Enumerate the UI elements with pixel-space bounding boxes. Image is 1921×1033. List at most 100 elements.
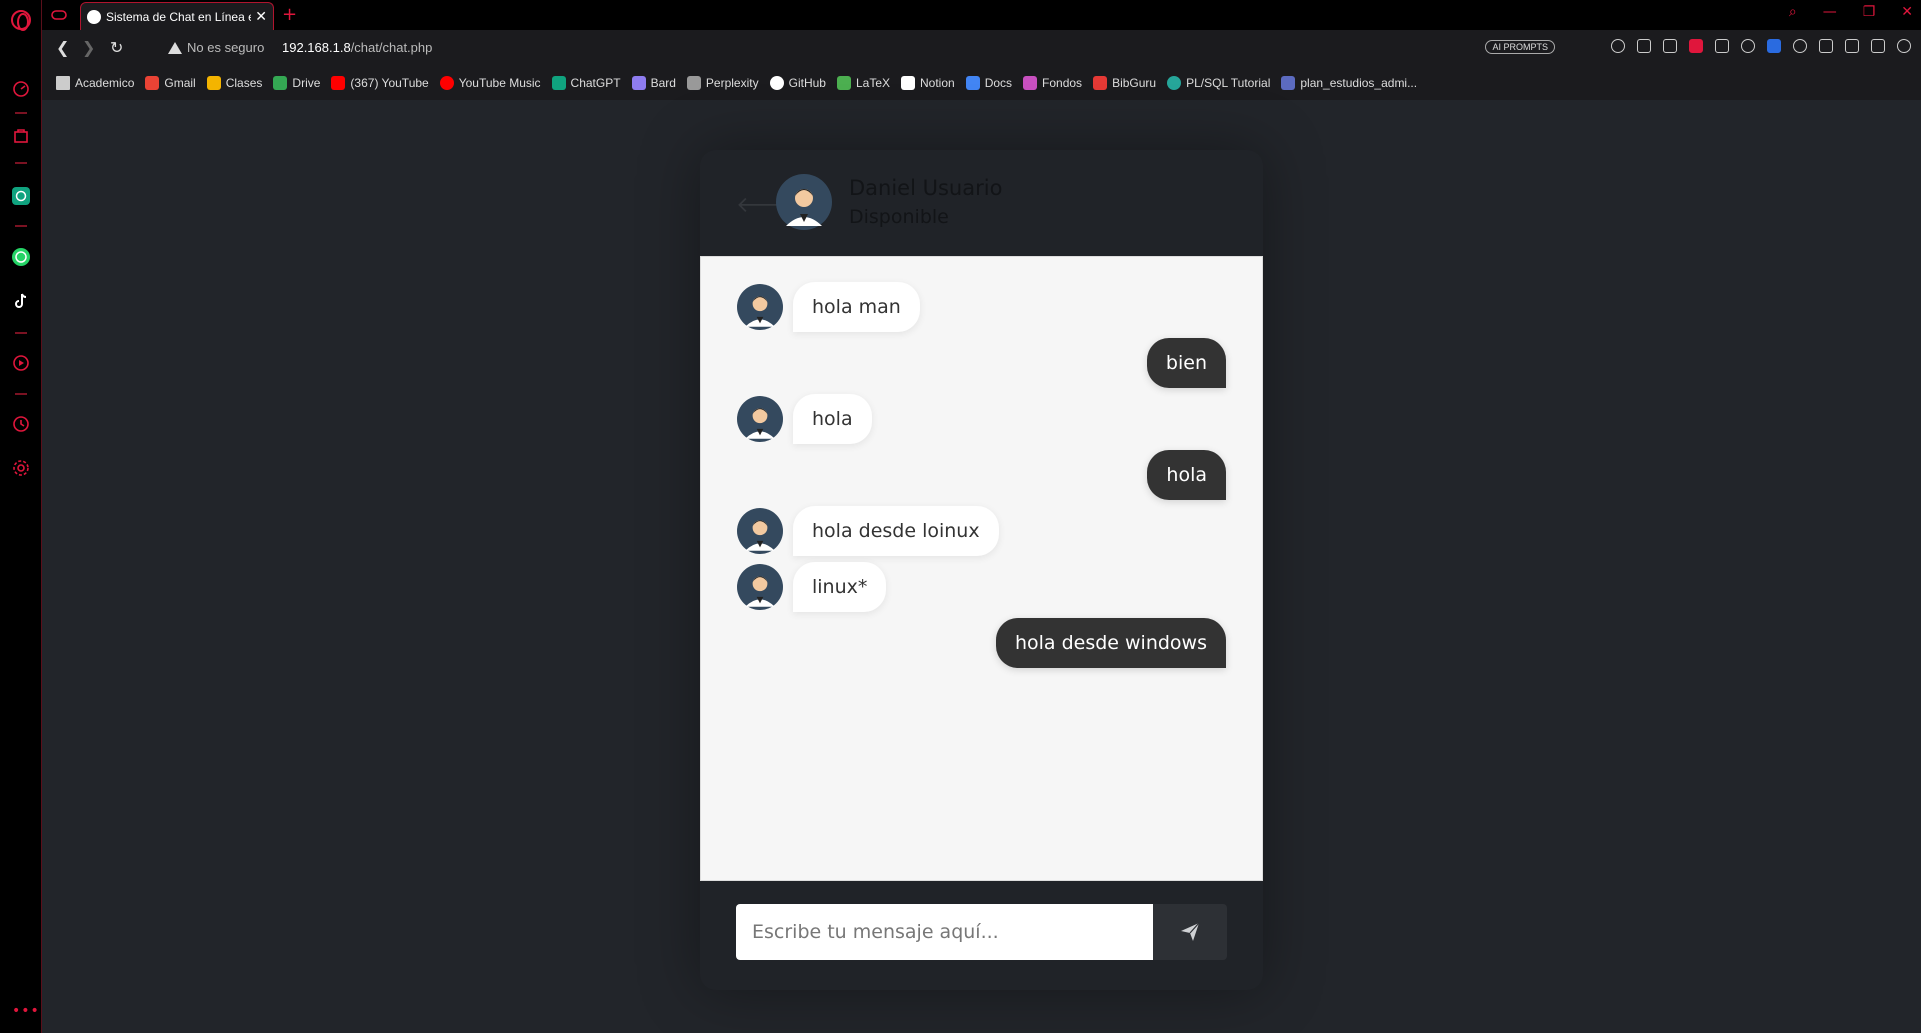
adblock-shield-icon[interactable] xyxy=(1689,39,1703,53)
close-tab-icon[interactable]: ✕ xyxy=(255,9,267,25)
history-icon[interactable] xyxy=(12,415,30,433)
bookmark-youtube-music[interactable]: YouTube Music xyxy=(439,76,541,90)
bookmark-gmail[interactable]: Gmail xyxy=(145,76,196,90)
star-icon xyxy=(56,76,70,90)
minimize-icon[interactable]: — xyxy=(1823,4,1837,20)
bookmark-label: Academico xyxy=(75,76,135,90)
bookmark-drive[interactable]: Drive xyxy=(273,76,320,90)
bookmark-label: Bard xyxy=(650,76,676,90)
bookmark-notion[interactable]: Notion xyxy=(901,76,955,90)
bookmark-chatgpt[interactable]: ChatGPT xyxy=(551,76,621,90)
bookmark-label: PL/SQL Tutorial xyxy=(1186,76,1271,90)
bookmark-bibguru[interactable]: BibGuru xyxy=(1093,76,1156,90)
profile-icon[interactable] xyxy=(1897,39,1911,53)
speed-dial-icon[interactable] xyxy=(12,80,30,98)
close-window-icon[interactable]: ✕ xyxy=(1901,4,1913,20)
edit-icon[interactable] xyxy=(1637,39,1651,53)
forward-icon[interactable]: ❯ xyxy=(82,38,95,57)
message-bubble: hola xyxy=(1147,450,1226,500)
sender-avatar xyxy=(737,564,783,610)
incoming-message: hola xyxy=(737,394,872,444)
new-tab-plus-icon[interactable]: + xyxy=(282,4,297,25)
translate-icon[interactable] xyxy=(1767,39,1781,53)
notion-icon xyxy=(901,76,915,90)
sender-avatar xyxy=(737,508,783,554)
bookmark-label: (367) YouTube xyxy=(350,76,429,90)
chat-messages[interactable]: hola man bien hola hola hola desde loinux lin… xyxy=(700,256,1263,881)
bookmark-label: GitHub xyxy=(788,76,826,90)
extensions-cube-icon[interactable] xyxy=(1819,39,1833,53)
latex-icon xyxy=(836,76,851,90)
security-indicator[interactable]: No es seguro xyxy=(168,40,264,55)
bookmark-label: YouTube Music xyxy=(458,76,541,90)
bookmark-perplexity[interactable]: Perplexity xyxy=(686,76,759,90)
tab-bar: Sistema de Chat en Línea e ✕ + ⌕ — ❐ ✕ xyxy=(42,0,1921,30)
warning-icon xyxy=(168,41,182,54)
reload-icon[interactable]: ↻ xyxy=(110,38,123,57)
document-icon xyxy=(1281,76,1296,90)
chatgpt-sidebar-icon[interactable] xyxy=(12,187,30,205)
bookmark-label: Clases xyxy=(225,76,263,90)
send-button[interactable] xyxy=(1153,904,1227,960)
bookmark-github[interactable]: GitHub xyxy=(769,76,826,90)
bookmark-bard[interactable]: Bard xyxy=(631,76,676,90)
bookmark-plan-estudios[interactable]: plan_estudios_admi... xyxy=(1281,76,1417,90)
whatsapp-icon[interactable] xyxy=(12,248,30,266)
outgoing-message: bien xyxy=(1146,338,1226,388)
url-field[interactable]: 192.168.1.8/chat/chat.php xyxy=(282,40,432,55)
bookmark-plsql[interactable]: PL/SQL Tutorial xyxy=(1167,76,1270,90)
player-icon[interactable] xyxy=(12,354,30,372)
bookmark-youtube[interactable]: (367) YouTube xyxy=(331,76,429,90)
bookmark-docs[interactable]: Docs xyxy=(965,76,1012,90)
security-label: No es seguro xyxy=(187,40,265,55)
sidebar-divider xyxy=(15,393,27,395)
bookmark-academico[interactable]: Academico xyxy=(56,76,134,90)
page-viewport: 🡐 Daniel Usuario Disponible hola man bien… xyxy=(42,100,1921,1033)
active-tab[interactable]: Sistema de Chat en Línea e ✕ xyxy=(80,2,274,30)
bookmark-label: Gmail xyxy=(164,76,196,90)
message-input[interactable] xyxy=(736,904,1153,960)
easy-setup-icon[interactable] xyxy=(1871,39,1885,53)
back-icon[interactable]: ❮ xyxy=(56,38,69,57)
bookmark-latex[interactable]: LaTeX xyxy=(836,76,890,90)
opera-logo-icon[interactable] xyxy=(11,10,31,31)
youtube-music-icon xyxy=(439,76,454,90)
address-bar: ❮ ❯ ↻ No es seguro 192.168.1.8/chat/chat… xyxy=(42,30,1921,66)
globe-icon xyxy=(87,9,101,24)
tab-title: Sistema de Chat en Línea e xyxy=(106,9,252,24)
window-controls: ⌕ — ❐ ✕ xyxy=(1789,4,1913,20)
bookmark-clases[interactable]: Clases xyxy=(206,76,263,90)
chat-header: 🡐 Daniel Usuario Disponible xyxy=(700,150,1263,256)
sidebar-divider xyxy=(15,112,27,114)
sidebar-divider xyxy=(15,162,27,164)
message-bubble: bien xyxy=(1146,338,1226,388)
send-icon[interactable] xyxy=(1715,39,1729,53)
outgoing-message: hola desde windows xyxy=(995,618,1226,668)
settings-gear-icon[interactable] xyxy=(12,459,30,477)
paper-plane-icon xyxy=(1181,922,1200,941)
message-bubble: hola xyxy=(793,394,872,444)
search-tabs-icon[interactable]: ⌕ xyxy=(1789,4,1797,20)
drive-icon xyxy=(273,76,288,90)
heart-icon[interactable] xyxy=(1741,39,1755,53)
zoom-icon[interactable] xyxy=(1611,39,1625,53)
shopping-bag-icon[interactable] xyxy=(12,126,30,144)
workspaces-icon[interactable] xyxy=(50,6,68,24)
bard-icon xyxy=(631,76,646,90)
chat-container: 🡐 Daniel Usuario Disponible hola man bien… xyxy=(700,150,1263,990)
bookmark-fondos[interactable]: Fondos xyxy=(1023,76,1082,90)
bookmark-label: Notion xyxy=(920,76,955,90)
url-host: 192.168.1.8 xyxy=(282,40,351,55)
ai-prompts-button[interactable]: AI PROMPTS xyxy=(1485,40,1555,54)
vpn-icon[interactable] xyxy=(1793,39,1807,53)
incoming-message: hola man xyxy=(737,282,920,332)
more-options-icon[interactable]: ••• xyxy=(12,1003,40,1019)
bookmark-label: LaTeX xyxy=(855,76,890,90)
bookmarks-bar: Academico Gmail Clases Drive (367) YouTu… xyxy=(42,66,1921,100)
download-icon[interactable] xyxy=(1845,39,1859,53)
youtube-icon xyxy=(331,76,346,90)
tiktok-icon[interactable] xyxy=(12,292,30,310)
camera-icon[interactable] xyxy=(1663,39,1677,53)
restore-icon[interactable]: ❐ xyxy=(1863,4,1876,20)
contact-name: Daniel Usuario xyxy=(849,176,1003,200)
